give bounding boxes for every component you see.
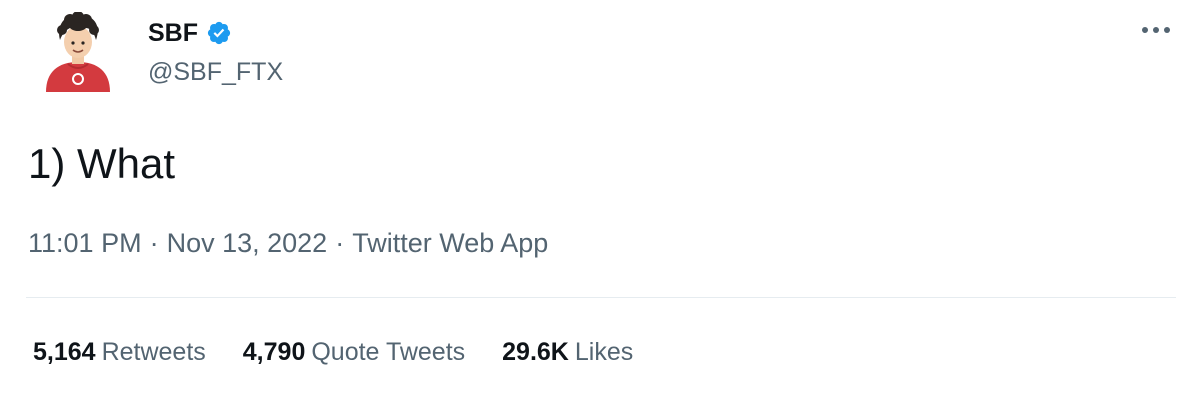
more-options-icon[interactable] [1136, 16, 1176, 44]
divider [26, 297, 1176, 298]
cartoon-avatar-icon [46, 12, 110, 92]
avatar[interactable] [40, 12, 116, 92]
retweets-count: 5,164 [33, 338, 96, 366]
retweets-stat[interactable]: 5,164 Retweets [33, 338, 206, 367]
meta-separator: · [149, 228, 159, 258]
engagement-stats: 5,164 Retweets 4,790 Quote Tweets 29.6K Lik… [33, 338, 670, 367]
tweet-date[interactable]: Nov 13, 2022 [167, 228, 328, 258]
likes-count: 29.6K [502, 338, 569, 366]
meta-separator: · [335, 228, 345, 258]
tweet-card: SBF @SBF_FTX 1) What 11:01 PM · Nov 13, 20… [0, 0, 1200, 400]
likes-stat[interactable]: 29.6K Likes [502, 338, 633, 367]
verified-badge-icon [206, 20, 232, 46]
author-name-row: SBF [148, 16, 232, 50]
tweet-source[interactable]: Twitter Web App [352, 228, 548, 258]
likes-label: Likes [574, 338, 634, 366]
tweet-metadata: 11:01 PM · Nov 13, 2022 · Twitter Web App [28, 228, 548, 259]
quote-tweets-label: Quote Tweets [311, 338, 466, 366]
quote-tweets-count: 4,790 [242, 338, 306, 366]
display-name[interactable]: SBF [148, 19, 198, 48]
quote-tweets-stat[interactable]: 4,790 Quote Tweets [243, 338, 465, 367]
tweet-time[interactable]: 11:01 PM [28, 228, 142, 258]
tweet-text: 1) What [28, 140, 176, 187]
user-handle[interactable]: @SBF_FTX [148, 58, 283, 87]
retweets-label: Retweets [101, 338, 206, 366]
